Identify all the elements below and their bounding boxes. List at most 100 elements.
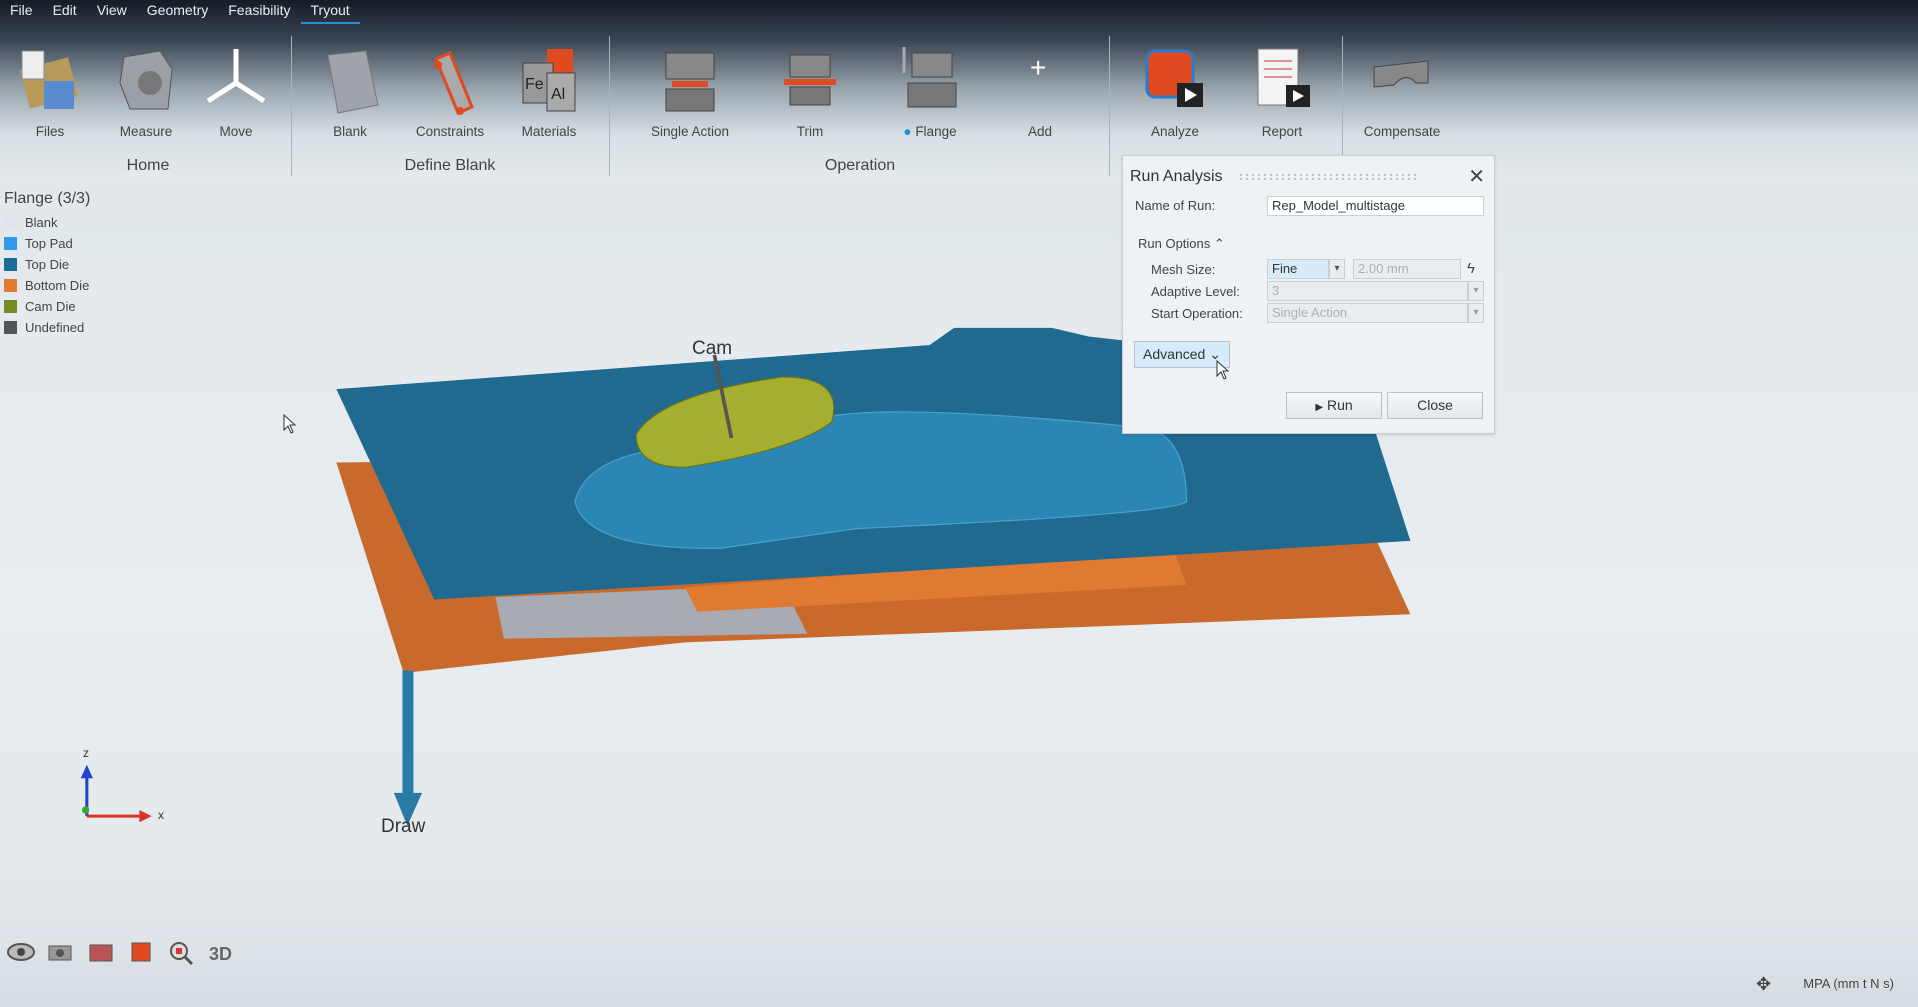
zoom-icon[interactable]: [166, 938, 196, 966]
legend-item: Top Die: [4, 254, 90, 275]
tool-label: Single Action: [635, 124, 745, 139]
tool-label-text: Report: [1261, 124, 1303, 139]
menu-geometry[interactable]: Geometry: [137, 0, 218, 24]
tool-label: ● Flange: [875, 124, 985, 139]
tool-label-text: Files: [35, 124, 65, 139]
fit-view-icon[interactable]: [126, 938, 156, 966]
tool-move-button[interactable]: Move: [181, 40, 291, 139]
tool-blank-button[interactable]: Blank: [295, 40, 405, 139]
axis-x-label: x: [158, 808, 164, 822]
single-action-icon: [665, 52, 715, 112]
menu-file[interactable]: File: [0, 0, 43, 24]
tool-trim-button[interactable]: Trim: [755, 40, 865, 139]
legend-item: Undefined: [4, 317, 90, 338]
tool-add-button[interactable]: + Add: [985, 40, 1095, 139]
play-icon: ▶: [1315, 402, 1324, 413]
tool-materials-button[interactable]: Fe Al Materials: [494, 40, 604, 139]
trim-icon: [784, 54, 836, 106]
legend-item: Top Pad: [4, 233, 90, 254]
measure-icon: [119, 50, 173, 110]
flange-icon: [902, 47, 957, 108]
group-home: Home: [126, 157, 170, 174]
close-icon[interactable]: ✕: [1468, 164, 1485, 189]
mesh-size-select[interactable]: Fine: [1267, 259, 1329, 279]
3d-view-icon[interactable]: 3D: [206, 938, 236, 966]
close-button[interactable]: Close: [1387, 392, 1483, 419]
chevron-down-icon[interactable]: ▾: [1468, 281, 1484, 301]
chevron-down-icon[interactable]: ▾: [1468, 303, 1484, 323]
tool-label-text: Measure: [119, 124, 173, 139]
eye-icon[interactable]: [6, 938, 36, 966]
svg-text:3D: 3D: [209, 944, 232, 964]
drag-handle[interactable]: [1238, 173, 1418, 181]
svg-text:Al: Al: [551, 86, 565, 103]
tool-label: Move: [181, 124, 291, 139]
section-view-icon[interactable]: [86, 938, 116, 966]
mesh-size-label: Mesh Size:: [1151, 262, 1216, 277]
adaptive-level-label: Adaptive Level:: [1151, 284, 1240, 299]
camera-icon[interactable]: [46, 938, 76, 966]
analyze-icon: [1145, 49, 1203, 107]
adaptive-level-select[interactable]: 3: [1267, 281, 1468, 301]
legend-swatch: [4, 237, 17, 250]
tool-label: Blank: [295, 124, 405, 139]
units-status: MPA (mm t N s): [1803, 976, 1894, 991]
menu-view[interactable]: View: [87, 0, 137, 24]
tool-label: Analyze: [1120, 124, 1230, 139]
run-button[interactable]: ▶ Run: [1286, 392, 1382, 419]
tool-label: Report: [1227, 124, 1337, 139]
legend-item: Blank: [4, 212, 90, 233]
mouse-cursor-icon: [1216, 360, 1230, 380]
tool-label-text: Single Action: [650, 124, 730, 139]
start-operation-select[interactable]: Single Action: [1267, 303, 1468, 323]
plus-icon: +: [1030, 52, 1046, 83]
advanced-label: Advanced: [1143, 346, 1206, 362]
name-of-run-input[interactable]: Rep_Model_multistage: [1267, 196, 1484, 216]
name-of-run-label: Name of Run:: [1135, 198, 1216, 213]
legend-item: Bottom Die: [4, 275, 90, 296]
compensate-icon: [1373, 60, 1429, 88]
group-define-blank: Define Blank: [404, 157, 496, 174]
legend-label: Undefined: [25, 320, 85, 335]
tool-label-text: Materials: [521, 124, 577, 139]
tool-label: Constraints: [395, 124, 505, 139]
run-options-toggle[interactable]: Run Options ⌃: [1138, 236, 1225, 252]
legend: Flange (3/3) Blank Top Pad Top Die Bottom D…: [4, 190, 90, 338]
legend-label: Top Pad: [25, 236, 73, 251]
menu-tryout[interactable]: Tryout: [300, 0, 360, 24]
divider: [609, 36, 610, 176]
draw-label: Draw: [381, 816, 426, 837]
tool-label-text: Move: [219, 124, 253, 139]
lightning-icon[interactable]: ϟ: [1467, 260, 1475, 277]
tool-analyze-button[interactable]: Analyze: [1120, 40, 1230, 139]
tool-label: Add: [985, 124, 1095, 139]
legend-swatch: [4, 321, 17, 334]
mesh-size-input[interactable]: 2.00 mm: [1353, 259, 1461, 279]
group-operation: Operation: [824, 157, 896, 174]
run-analysis-dialog: Run Analysis ✕ Name of Run: Rep_Model_mu…: [1122, 155, 1495, 434]
tool-label: Files: [0, 124, 105, 139]
report-icon: [1257, 48, 1310, 107]
tool-files-button[interactable]: Files: [0, 40, 105, 139]
files-icon: [19, 50, 79, 109]
tool-flange-button[interactable]: ● Flange: [875, 40, 985, 139]
blank-icon: [327, 50, 379, 114]
start-operation-label: Start Operation:: [1151, 306, 1243, 321]
axis-z-label: z: [83, 746, 89, 760]
menu-feasibility[interactable]: Feasibility: [218, 0, 300, 24]
settings-icon[interactable]: ✥: [1756, 974, 1771, 995]
legend-label: Cam Die: [25, 299, 76, 314]
tool-single-action-button[interactable]: Single Action: [635, 40, 745, 139]
tool-label-text: Analyze: [1150, 124, 1200, 139]
menu-edit[interactable]: Edit: [43, 0, 87, 24]
legend-swatch: [4, 279, 17, 292]
chevron-down-icon[interactable]: ▾: [1329, 259, 1345, 279]
svg-text:+: +: [1030, 52, 1046, 83]
tool-constraints-button[interactable]: Constraints: [395, 40, 505, 139]
view-toolbar: 3D: [6, 938, 236, 966]
tool-report-button[interactable]: Report: [1227, 40, 1337, 139]
run-label: Run: [1326, 397, 1353, 413]
cam-label: Cam: [692, 338, 733, 359]
tool-compensate-button[interactable]: Compensate: [1347, 40, 1457, 139]
dialog-title: Run Analysis: [1130, 168, 1223, 185]
